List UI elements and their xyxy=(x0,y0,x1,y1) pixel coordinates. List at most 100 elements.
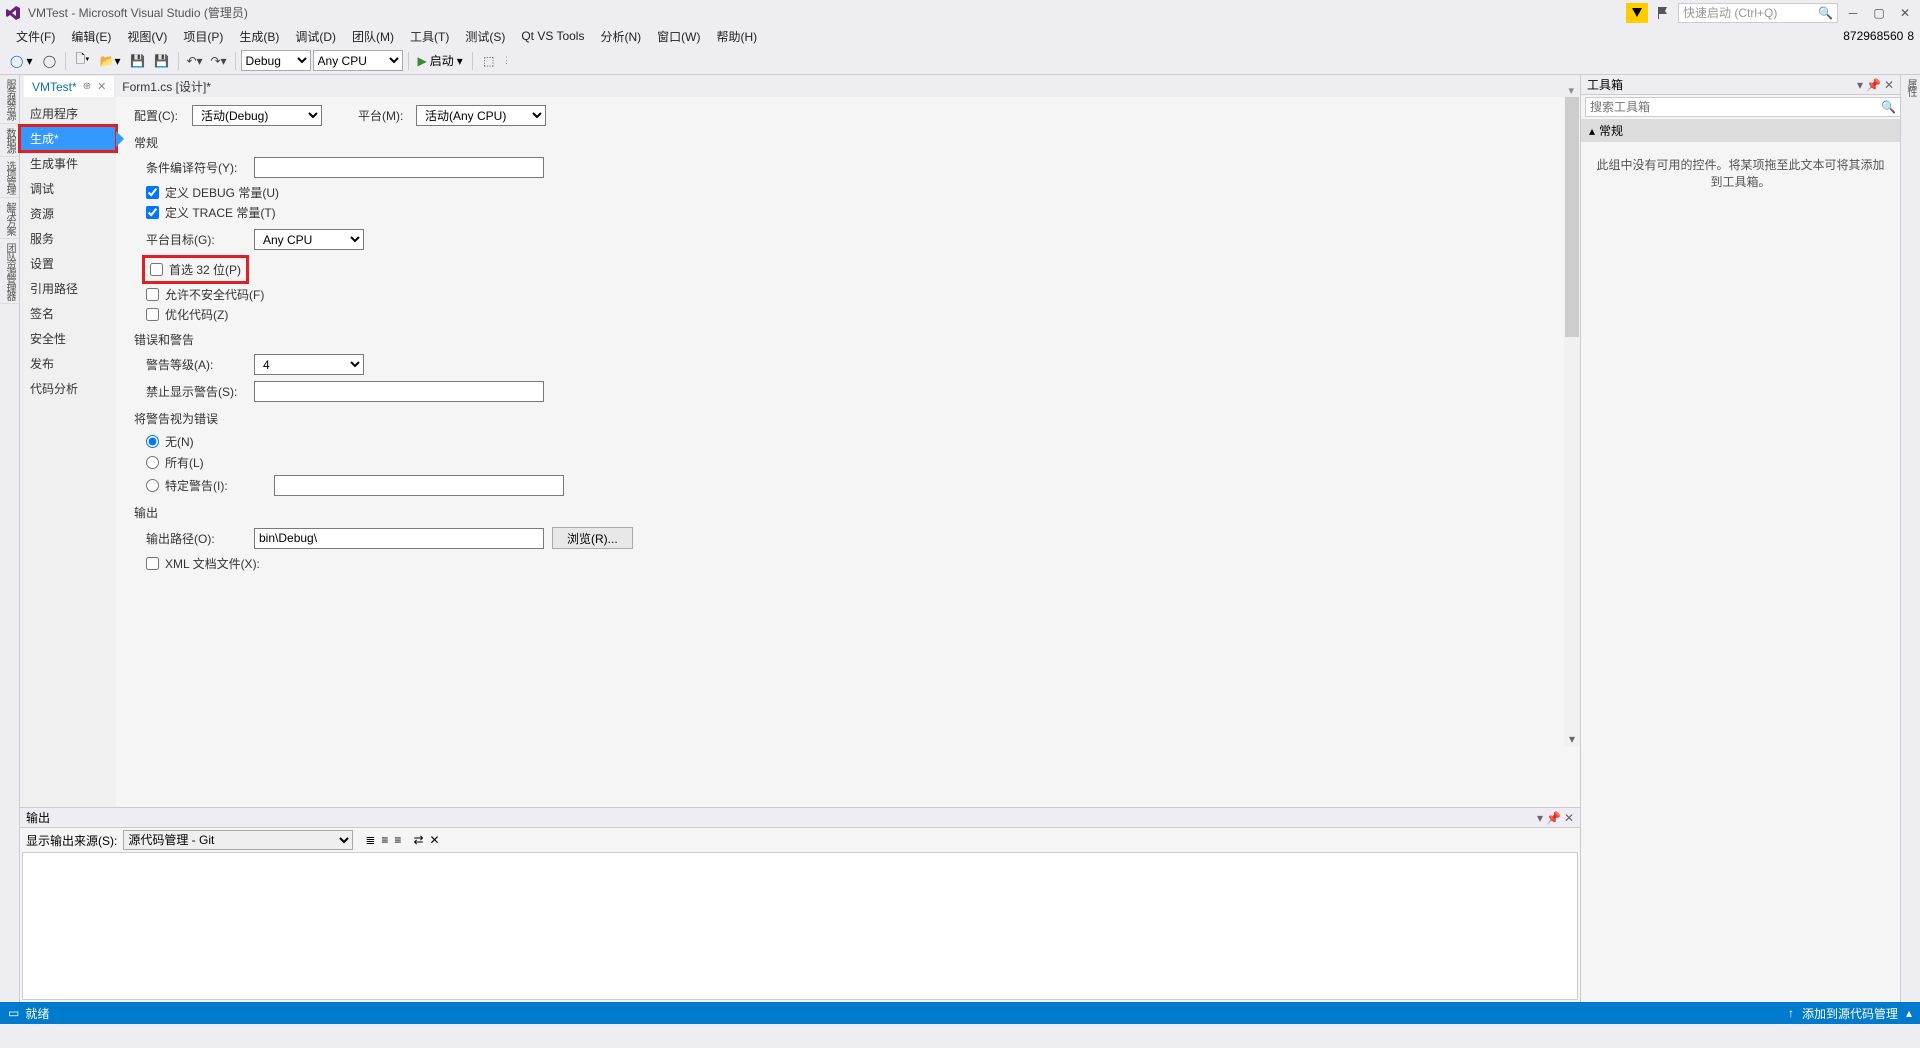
panel-pin-icon[interactable]: 📌 xyxy=(1546,811,1561,825)
open-button[interactable]: 📂▾ xyxy=(96,50,125,72)
scrollbar[interactable]: ▾ xyxy=(1564,97,1580,747)
undo-button[interactable]: ↶▾ xyxy=(184,50,206,72)
toolbox-group-header[interactable]: ▴ 常规 xyxy=(1581,119,1900,142)
platform-dropdown[interactable]: 活动(Any CPU) xyxy=(416,105,546,126)
prefer-32bit-check[interactable]: 首选 32 位(P) xyxy=(146,259,245,280)
rail-options[interactable]: 选项管理 xyxy=(0,157,19,198)
menu-analyze[interactable]: 分析(N) xyxy=(592,26,649,47)
config-dropdown[interactable]: 活动(Debug) xyxy=(192,105,322,126)
rail-datasource[interactable]: 数据源 xyxy=(0,124,19,157)
output-clear2-icon[interactable]: ✕ xyxy=(430,833,440,847)
new-project-button[interactable]: 🗋▾ xyxy=(71,50,93,72)
menu-team[interactable]: 团队(M) xyxy=(344,26,402,47)
pp-settings[interactable]: 设置 xyxy=(20,251,116,276)
output-source-select[interactable]: 源代码管理 - Git xyxy=(123,830,353,850)
extension-button[interactable]: ⬚ xyxy=(478,50,500,72)
tab-overflow[interactable]: ▾ xyxy=(1568,84,1574,97)
rail-team[interactable]: 团队资源管理器 xyxy=(0,239,19,304)
toolbox-pin-icon[interactable]: 📌 xyxy=(1866,78,1881,92)
pp-build[interactable]: 生成* xyxy=(20,126,116,151)
output-toggle1-icon[interactable]: ≡ xyxy=(381,833,388,847)
user-id[interactable]: 872968560 xyxy=(1843,29,1903,43)
platform-select[interactable]: Any CPU xyxy=(313,50,403,71)
xml-doc-check[interactable]: XML 文档文件(X): xyxy=(146,555,1562,572)
platform-target-select[interactable]: Any CPU xyxy=(254,229,364,250)
panel-dropdown-icon[interactable]: ▾ xyxy=(1537,811,1543,825)
warn-level-label: 警告等级(A): xyxy=(146,356,246,373)
save-all-button[interactable]: 💾 xyxy=(151,50,173,72)
radio-all[interactable]: 所有(L) xyxy=(146,454,1562,471)
warn-level-select[interactable]: 4 xyxy=(254,354,364,375)
pp-application[interactable]: 应用程序 xyxy=(20,101,116,126)
start-debug-button[interactable]: ▶启动▾ xyxy=(414,50,467,72)
radio-none[interactable]: 无(N) xyxy=(146,433,1562,450)
rail-server[interactable]: 服务器资源 xyxy=(0,75,19,124)
toolbox-search-input[interactable] xyxy=(1585,97,1901,117)
menu-test[interactable]: 测试(S) xyxy=(457,26,513,47)
output-toggle2-icon[interactable]: ≡ xyxy=(394,833,401,847)
debug-const-check[interactable]: 定义 DEBUG 常量(U) xyxy=(146,184,1562,201)
pin-icon[interactable]: ⊕ xyxy=(83,81,91,92)
close-button[interactable]: ✕ xyxy=(1894,3,1916,23)
pp-signing[interactable]: 签名 xyxy=(20,301,116,326)
user-avatar[interactable]: 8 xyxy=(1907,29,1914,43)
scroll-down-icon[interactable]: ▾ xyxy=(1564,731,1580,747)
browse-button[interactable]: 浏览(R)... xyxy=(552,527,633,549)
menu-edit[interactable]: 编辑(E) xyxy=(63,26,119,47)
output-wrap-icon[interactable]: ⇄ xyxy=(413,833,423,847)
pp-resources[interactable]: 资源 xyxy=(20,201,116,226)
output-clear-icon[interactable]: ≣ xyxy=(365,833,375,847)
save-button[interactable]: 💾 xyxy=(127,50,149,72)
close-tab-icon[interactable]: ✕ xyxy=(97,80,106,93)
feedback-flag-icon[interactable] xyxy=(1652,3,1674,23)
config-select[interactable]: Debug xyxy=(241,50,311,71)
radio-specific[interactable]: 特定警告(I): xyxy=(146,475,1562,496)
menu-window[interactable]: 窗口(W) xyxy=(649,26,708,47)
minimize-button[interactable]: ─ xyxy=(1842,3,1864,23)
trace-const-check[interactable]: 定义 TRACE 常量(T) xyxy=(146,204,1562,221)
scrollbar-thumb[interactable] xyxy=(1565,97,1579,337)
maximize-button[interactable]: ▢ xyxy=(1868,3,1890,23)
rail-properties[interactable]: 属性 xyxy=(1901,75,1920,99)
pp-analysis[interactable]: 代码分析 xyxy=(20,376,116,401)
specific-warn-input[interactable] xyxy=(274,475,564,496)
rail-solution[interactable]: 解决方案 xyxy=(0,198,19,239)
nav-back-button[interactable]: ◯▾ xyxy=(6,50,36,72)
cond-symbol-input[interactable] xyxy=(254,157,544,178)
unsafe-check[interactable]: 允许不安全代码(F) xyxy=(146,286,1562,303)
pp-security[interactable]: 安全性 xyxy=(20,326,116,351)
status-window-icon[interactable]: ▭ xyxy=(8,1006,19,1020)
menu-tools[interactable]: 工具(T) xyxy=(402,26,457,47)
status-upload-icon[interactable]: ↑ xyxy=(1788,1006,1794,1020)
output-body[interactable] xyxy=(22,852,1578,1000)
redo-button[interactable]: ↷▾ xyxy=(208,50,230,72)
suppress-input[interactable] xyxy=(254,381,544,402)
tab-vmtest[interactable]: VMTest* ⊕ ✕ xyxy=(24,76,114,97)
notification-badge-icon[interactable] xyxy=(1626,3,1648,23)
menu-debug[interactable]: 调试(D) xyxy=(287,26,344,47)
out-path-label: 输出路径(O): xyxy=(146,530,246,547)
pp-refpaths[interactable]: 引用路径 xyxy=(20,276,116,301)
menu-project[interactable]: 项目(P) xyxy=(175,26,231,47)
group-general: 常规 xyxy=(134,134,1562,151)
pp-services[interactable]: 服务 xyxy=(20,226,116,251)
menu-view[interactable]: 视图(V) xyxy=(119,26,175,47)
optimize-check[interactable]: 优化代码(Z) xyxy=(146,306,1562,323)
quick-launch-search[interactable]: 快速启动 (Ctrl+Q) 🔍 xyxy=(1678,3,1838,23)
tab-form1[interactable]: Form1.cs [设计]* xyxy=(114,76,219,97)
menu-build[interactable]: 生成(B) xyxy=(231,26,287,47)
menu-file[interactable]: 文件(F) xyxy=(8,26,63,47)
menu-help[interactable]: 帮助(H) xyxy=(708,26,765,47)
panel-close-icon[interactable]: ✕ xyxy=(1564,811,1574,825)
nav-forward-button[interactable]: ◯ xyxy=(38,50,60,72)
menu-qt[interactable]: Qt VS Tools xyxy=(513,27,592,45)
toolbox-close-icon[interactable]: ✕ xyxy=(1884,78,1894,92)
pp-publish[interactable]: 发布 xyxy=(20,351,116,376)
out-path-input[interactable] xyxy=(254,528,544,549)
status-add-src[interactable]: 添加到源代码管理 xyxy=(1802,1005,1898,1022)
toolbox-panel: 工具箱 ▾ 📌 ✕ 🔍 ▴ 常规 此组中没有可用的控件。将某项拖至此文本可将其添… xyxy=(1580,75,1900,1002)
pp-debug[interactable]: 调试 xyxy=(20,176,116,201)
pp-build-events[interactable]: 生成事件 xyxy=(20,151,116,176)
toolbox-dropdown-icon[interactable]: ▾ xyxy=(1857,78,1863,92)
search-icon[interactable]: 🔍 xyxy=(1881,100,1896,114)
